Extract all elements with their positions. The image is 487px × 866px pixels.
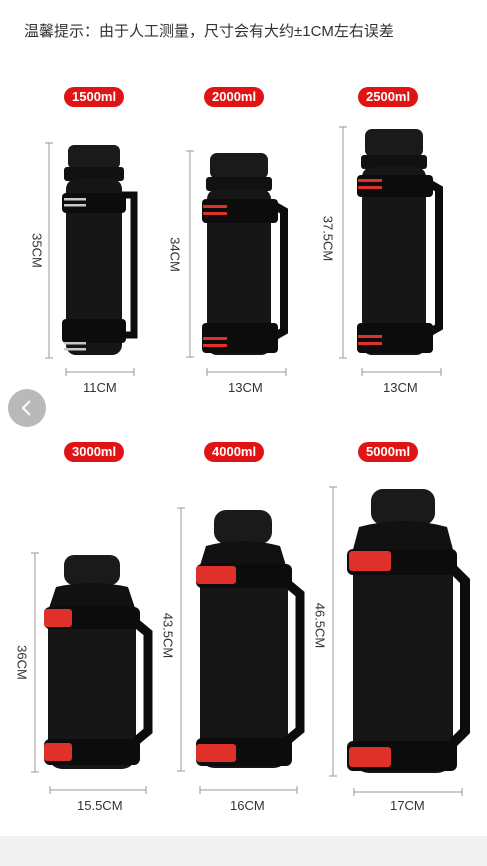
width-label-2500: 13CM bbox=[383, 380, 418, 395]
thermos-2000ml-image bbox=[202, 153, 288, 355]
thermos-3000ml-image bbox=[44, 555, 153, 769]
width-label-2000: 13CM bbox=[228, 380, 263, 395]
width-label-4000: 16CM bbox=[230, 798, 265, 813]
height-label-4000: 43.5CM bbox=[160, 612, 176, 659]
width-label-1500: 11CM bbox=[83, 380, 117, 395]
height-label-3000: 36CM bbox=[14, 645, 30, 680]
thermos-1500ml-image bbox=[62, 145, 138, 355]
thermos-5000ml-image bbox=[347, 489, 470, 773]
previous-button[interactable] bbox=[8, 389, 46, 427]
width-label-5000: 17CM bbox=[390, 798, 425, 813]
height-label-1500: 35CM bbox=[29, 233, 45, 268]
chevron-left-icon bbox=[21, 400, 31, 416]
width-label-3000: 15.5CM bbox=[77, 798, 123, 813]
height-label-5000: 46.5CM bbox=[312, 602, 328, 649]
thermos-4000ml-image bbox=[196, 510, 305, 768]
thermos-2500ml-image bbox=[357, 129, 443, 355]
height-label-2500: 37.5CM bbox=[320, 215, 336, 262]
height-label-2000: 34CM bbox=[167, 237, 183, 272]
footer-bar bbox=[0, 836, 487, 866]
